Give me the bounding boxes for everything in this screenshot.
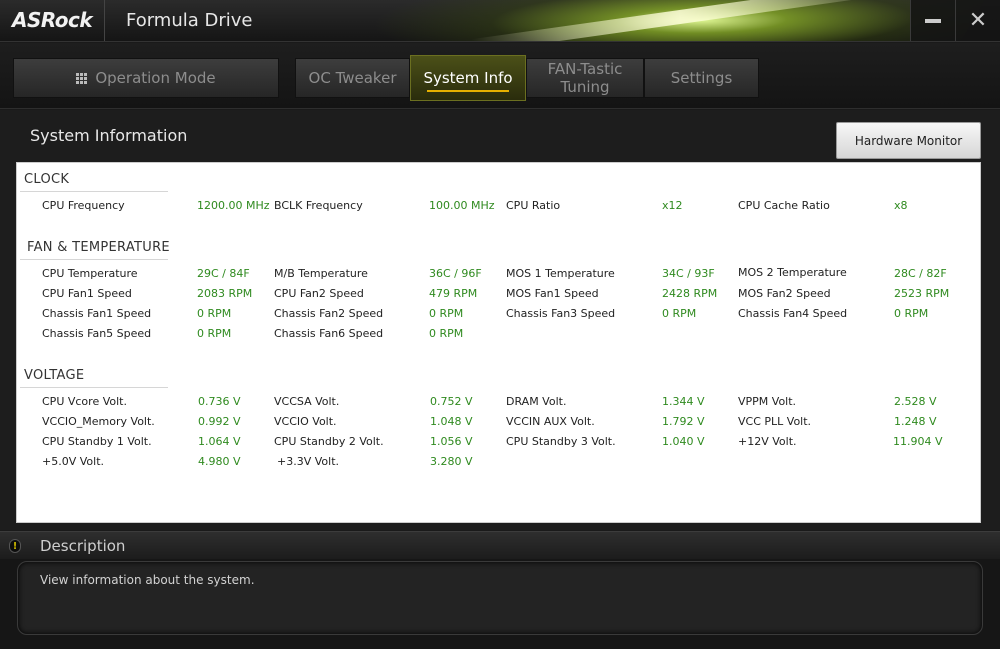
voltage-value: 1.056 V <box>430 435 473 448</box>
tab-fan-tastic-tuning[interactable]: FAN-Tastic Tuning <box>526 58 644 98</box>
main-nav: Operation Mode OC Tweaker System Info FA… <box>0 43 1000 109</box>
tab-system-info-label: System Info <box>423 69 513 87</box>
fan-temp-value: 2083 RPM <box>197 287 253 300</box>
voltage-label: VCCIO_Memory Volt. <box>42 415 155 428</box>
fan-temp-value: 0 RPM <box>197 327 232 340</box>
close-button[interactable]: ✕ <box>955 0 1000 41</box>
voltage-label: CPU Standby 2 Volt. <box>274 435 384 448</box>
title-bar: ASRock Formula Drive ✕ <box>0 0 1000 42</box>
minimize-icon <box>925 19 941 23</box>
tab-oc-tweaker-label: OC Tweaker <box>308 69 397 87</box>
fan-temp-value: 0 RPM <box>429 327 464 340</box>
voltage-value: 4.980 V <box>198 455 241 468</box>
fan-temp-label: Chassis Fan3 Speed <box>506 307 616 320</box>
clock-group-title: CLOCK <box>24 172 70 187</box>
fan-temp-value: 479 RPM <box>429 287 478 300</box>
tab-settings[interactable]: Settings <box>644 58 759 98</box>
active-tab-indicator <box>427 90 509 92</box>
fan-temp-value: 0 RPM <box>429 307 464 320</box>
fan-temp-value: 36C / 96F <box>429 267 482 280</box>
clock-value: 100.00 MHz <box>429 199 495 212</box>
fan-temp-label: CPU Fan1 Speed <box>42 287 132 300</box>
voltage-value: 0.992 V <box>198 415 241 428</box>
clock-value: x12 <box>662 199 683 212</box>
tab-operation-mode-label: Operation Mode <box>95 69 216 87</box>
voltage-value: 1.040 V <box>662 435 705 448</box>
voltage-value: 11.904 V <box>893 435 943 448</box>
page-title: System Information <box>30 126 188 145</box>
fan-temp-value: 0 RPM <box>197 307 232 320</box>
fan-temp-value: 0 RPM <box>662 307 697 320</box>
fan-temp-label: CPU Temperature <box>42 267 138 280</box>
voltage-value: 0.752 V <box>430 395 473 408</box>
voltage-label: CPU Vcore Volt. <box>42 395 127 408</box>
tab-system-info[interactable]: System Info <box>410 55 526 101</box>
fan-temp-label: Chassis Fan2 Speed <box>274 307 384 320</box>
info-icon: ! <box>9 539 21 553</box>
voltage-label: CPU Standby 3 Volt. <box>506 435 616 448</box>
clock-value: x8 <box>894 199 908 212</box>
tab-operation-mode[interactable]: Operation Mode <box>13 58 279 98</box>
description-text: View information about the system. <box>40 573 255 587</box>
clock-label: CPU Ratio <box>506 199 561 212</box>
system-info-panel: CLOCK CPU Frequency 1200.00 MHz BCLK Fre… <box>16 162 981 523</box>
voltage-label: +12V Volt. <box>738 435 797 448</box>
clock-value: 1200.00 MHz <box>197 199 270 212</box>
fan-temp-value: 29C / 84F <box>197 267 250 280</box>
grid-icon <box>76 72 88 84</box>
fan-temp-value: 34C / 93F <box>662 267 715 280</box>
voltage-value: 1.248 V <box>894 415 937 428</box>
fan-temp-value: 2523 RPM <box>894 287 950 300</box>
fan-temp-value: 0 RPM <box>894 307 929 320</box>
voltage-label: VCCIO Volt. <box>274 415 337 428</box>
description-title: Description <box>40 537 126 555</box>
voltage-label: +3.3V Volt. <box>277 455 339 468</box>
fan-temp-value: 2428 RPM <box>662 287 718 300</box>
voltage-label: +5.0V Volt. <box>42 455 104 468</box>
title-divider <box>104 0 105 41</box>
voltage-value: 1.048 V <box>430 415 473 428</box>
fan-temp-label: MOS Fan1 Speed <box>506 287 599 300</box>
voltage-label: VCCSA Volt. <box>274 395 340 408</box>
voltage-value: 0.736 V <box>198 395 241 408</box>
fan-temp-label: CPU Fan2 Speed <box>274 287 364 300</box>
voltage-divider <box>20 387 168 388</box>
app-title: Formula Drive <box>126 10 253 31</box>
voltage-label: DRAM Volt. <box>506 395 567 408</box>
minimize-button[interactable] <box>910 0 955 41</box>
voltage-value: 1.344 V <box>662 395 705 408</box>
tab-oc-tweaker[interactable]: OC Tweaker <box>295 58 410 98</box>
voltage-group-title: VOLTAGE <box>24 368 85 383</box>
fan-temp-label: Chassis Fan6 Speed <box>274 327 384 340</box>
voltage-label: VCC PLL Volt. <box>738 415 812 428</box>
clock-label: BCLK Frequency <box>274 199 363 212</box>
voltage-label: VPPM Volt. <box>738 395 797 408</box>
fan-temp-divider <box>20 259 168 260</box>
fan-temp-label: M/B Temperature <box>274 267 368 280</box>
fan-temp-label: Chassis Fan1 Speed <box>42 307 152 320</box>
description-header: ! Description <box>0 531 1000 559</box>
tab-fan-tuning-label: FAN-Tastic Tuning <box>547 60 623 96</box>
brand-logo: ASRock <box>12 8 93 32</box>
voltage-value: 3.280 V <box>430 455 473 468</box>
fan-temp-label: MOS 1 Temperature <box>506 267 615 280</box>
voltage-label: CPU Standby 1 Volt. <box>42 435 152 448</box>
voltage-value: 1.064 V <box>198 435 241 448</box>
clock-divider <box>20 191 168 192</box>
clock-label: CPU Cache Ratio <box>738 199 830 212</box>
voltage-value: 1.792 V <box>662 415 705 428</box>
voltage-label: VCCIN AUX Volt. <box>506 415 595 428</box>
close-icon: ✕ <box>968 8 988 33</box>
fan-temp-label: Chassis Fan4 Speed <box>738 307 848 320</box>
fan-temp-label: Chassis Fan5 Speed <box>42 327 152 340</box>
fan-temp-value: 28C / 82F <box>894 267 947 280</box>
hardware-monitor-button[interactable]: Hardware Monitor <box>836 122 981 159</box>
tab-settings-label: Settings <box>670 69 733 87</box>
fan-temp-label: MOS Fan2 Speed <box>738 287 831 300</box>
clock-label: CPU Frequency <box>42 199 125 212</box>
fan-temp-group-title: FAN & TEMPERATURE <box>27 240 170 255</box>
fan-temp-label: MOS 2 Temperature <box>738 266 847 279</box>
voltage-value: 2.528 V <box>894 395 937 408</box>
